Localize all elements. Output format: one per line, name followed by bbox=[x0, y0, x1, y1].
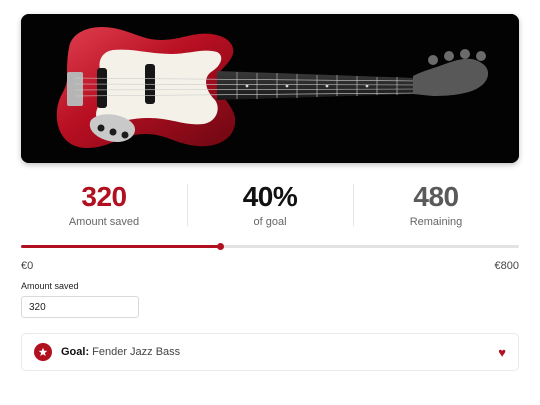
goal-name: Fender Jazz Bass bbox=[92, 346, 181, 358]
remaining-label: Remaining bbox=[409, 216, 463, 228]
stat-saved: 320 Amount saved bbox=[21, 181, 187, 231]
range-labels: €0 €800 bbox=[21, 260, 519, 274]
saved-value: 320 bbox=[81, 181, 127, 212]
goal-prefix: Goal: bbox=[61, 346, 90, 358]
goal-card: Goal: Fender Jazz Bass ♥ bbox=[21, 333, 519, 371]
stat-percent: 40% of goal bbox=[187, 181, 353, 231]
stats-row: 320 Amount saved 40% of goal 480 Remaini… bbox=[21, 181, 519, 231]
star-icon bbox=[34, 343, 52, 361]
amount-field-label: Amount saved bbox=[21, 281, 79, 291]
stat-remaining: 480 Remaining bbox=[353, 181, 519, 231]
range-min-label: €0 bbox=[21, 260, 34, 272]
percent-value: 40% bbox=[242, 181, 298, 212]
goal-text: Goal: Fender Jazz Bass bbox=[61, 346, 498, 358]
amount-input[interactable] bbox=[21, 296, 139, 318]
heart-icon[interactable]: ♥ bbox=[498, 346, 506, 359]
percent-label: of goal bbox=[253, 216, 287, 228]
slider-thumb[interactable] bbox=[217, 243, 225, 250]
remaining-value: 480 bbox=[413, 181, 459, 212]
saved-label: Amount saved bbox=[68, 216, 140, 228]
range-max-label: €800 bbox=[494, 260, 519, 272]
bass-guitar-image bbox=[21, 14, 519, 163]
slider-fill bbox=[21, 245, 221, 248]
savings-slider[interactable] bbox=[21, 240, 519, 254]
hero-image bbox=[21, 14, 519, 163]
